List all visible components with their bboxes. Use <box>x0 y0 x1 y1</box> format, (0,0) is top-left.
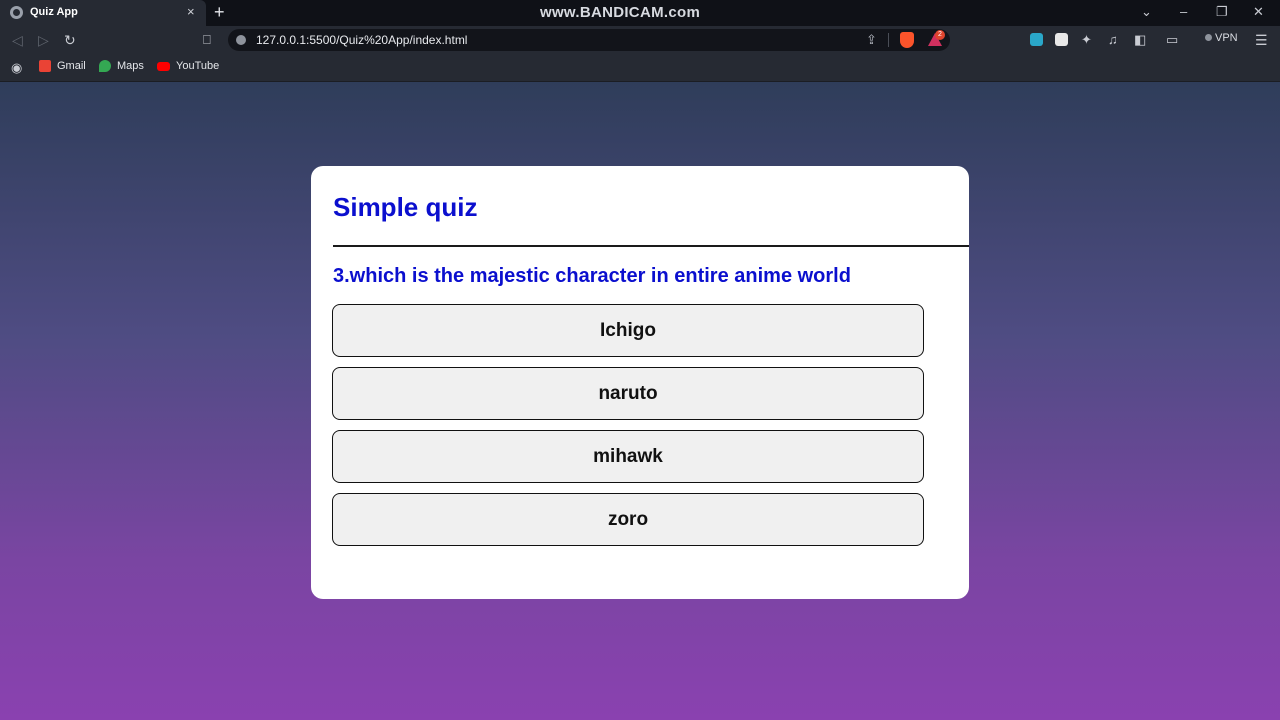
tab-close-button[interactable]: × <box>187 4 195 20</box>
sidebar-icon[interactable]: ◧ <box>1134 31 1146 49</box>
recorder-watermark: www.BANDICAM.com <box>540 4 701 21</box>
wallet-icon[interactable]: ▭ <box>1166 31 1178 49</box>
menu-icon[interactable]: ☰ <box>1255 31 1268 49</box>
tab-quiz-app[interactable]: Quiz App × <box>0 0 206 26</box>
rewards-badge: 2 <box>935 30 945 40</box>
maps-icon <box>99 60 111 72</box>
brave-shields-icon[interactable] <box>900 32 914 48</box>
tab-title: Quiz App <box>30 6 78 18</box>
browser-toolbar: ◁ ▷ ↻ ⎕ 127.0.0.1:5500/Quiz%20App/index.… <box>0 26 1280 54</box>
bookmark-gmail[interactable]: Gmail <box>39 60 86 72</box>
answer-button[interactable]: mihawk <box>332 430 924 483</box>
extension-b-icon[interactable] <box>1055 33 1068 46</box>
site-info-icon[interactable] <box>236 35 246 45</box>
bookmarks-bar: ◉ Gmail Maps YouTube <box>0 54 1280 82</box>
title-divider <box>333 245 969 247</box>
bookmark-icon[interactable]: ⎕ <box>203 31 211 49</box>
bookmark-label: YouTube <box>176 60 220 72</box>
vpn-label: VPN <box>1215 32 1238 44</box>
share-icon[interactable]: ⇪ <box>866 32 877 48</box>
address-bar[interactable]: 127.0.0.1:5500/Quiz%20App/index.html ⇪ 2 <box>228 29 950 51</box>
bookmark-label: Gmail <box>57 60 86 72</box>
question-text: 3.which is the majestic character in ent… <box>333 265 851 287</box>
globe-icon <box>10 6 23 19</box>
new-tab-button[interactable]: + <box>214 2 225 22</box>
back-icon[interactable]: ◁ <box>12 31 23 49</box>
vpn-icon <box>1205 34 1212 41</box>
bookmark-label: Maps <box>117 60 144 72</box>
url-text[interactable]: 127.0.0.1:5500/Quiz%20App/index.html <box>256 33 467 47</box>
tab-strip: Quiz App × + www.BANDICAM.com ⌄ – ❐ ✕ <box>0 0 1280 26</box>
bookmark-maps[interactable]: Maps <box>99 60 144 72</box>
quiz-card: Simple quiz 3.which is the majestic char… <box>311 166 969 599</box>
restore-button[interactable]: ❐ <box>1216 3 1228 21</box>
minimize-button[interactable]: – <box>1180 3 1187 21</box>
youtube-icon <box>157 61 170 71</box>
answer-button[interactable]: zoro <box>332 493 924 546</box>
forward-icon[interactable]: ▷ <box>38 31 49 49</box>
answer-list: Ichigo naruto mihawk zoro <box>332 304 924 556</box>
page-background: Simple quiz 3.which is the majestic char… <box>0 82 1280 720</box>
bookmark-youtube[interactable]: YouTube <box>157 60 219 72</box>
media-icon[interactable]: ♫ <box>1108 31 1118 49</box>
gmail-icon <box>39 60 51 72</box>
url-divider <box>888 33 889 47</box>
answer-button[interactable]: Ichigo <box>332 304 924 357</box>
close-window-button[interactable]: ✕ <box>1253 3 1264 21</box>
extensions-icon[interactable]: ✦ <box>1081 31 1092 49</box>
reload-icon[interactable]: ↻ <box>64 31 76 49</box>
quiz-title: Simple quiz <box>333 192 478 222</box>
extension-icon[interactable] <box>1030 33 1043 46</box>
answer-button[interactable]: naruto <box>332 367 924 420</box>
vpn-button[interactable]: VPN <box>1205 32 1238 44</box>
globe-icon[interactable]: ◉ <box>11 59 22 77</box>
tab-search-chevron-icon[interactable]: ⌄ <box>1141 3 1152 21</box>
